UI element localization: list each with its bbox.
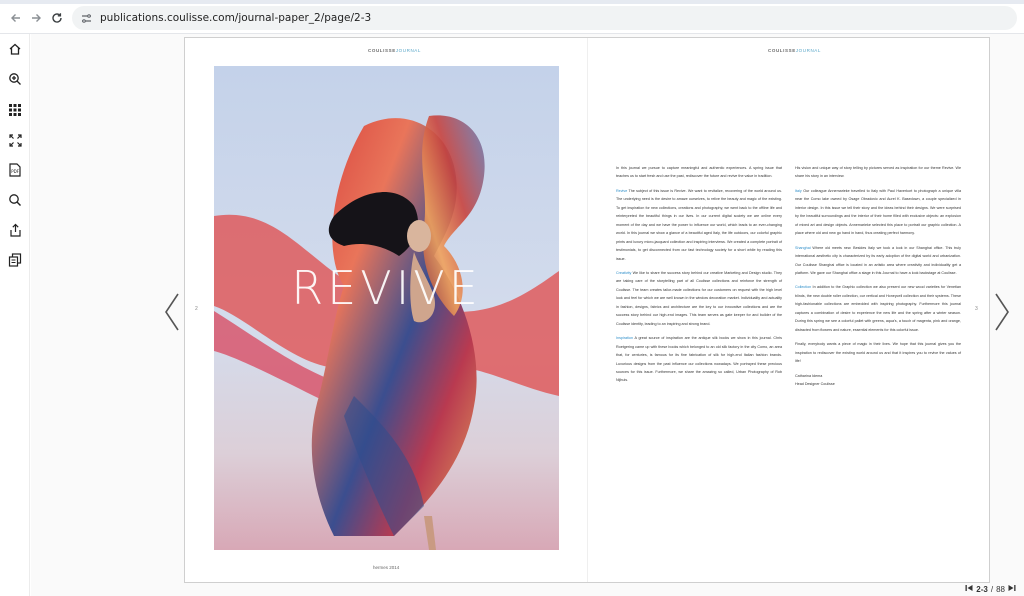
zoom-in-icon[interactable] — [5, 69, 25, 89]
download-pdf-icon[interactable]: PDF — [5, 160, 25, 180]
total-pages: 88 — [996, 584, 1005, 594]
paragraph-inspiration: Inspiration A great source of inspiratio… — [616, 334, 782, 385]
intro-paragraph: In this journal we pursue to capture mea… — [616, 166, 782, 179]
site-info-icon[interactable] — [78, 10, 94, 26]
magazine-spread: COULISSEJOURNAL COULISSEJOURNAL REVIVE h… — [184, 37, 990, 583]
cover-photo: REVIVE — [214, 66, 559, 550]
back-icon[interactable] — [6, 8, 26, 28]
article-column-1: In this journal we pursue to capture mea… — [616, 164, 782, 391]
masthead-right: COULISSEJOURNAL — [768, 48, 822, 53]
heading-creativity: Creativity — [616, 270, 632, 275]
share-icon[interactable] — [5, 220, 25, 240]
viewer-sidebar: PDF — [0, 34, 30, 596]
url-text[interactable]: publications.coulisse.com/journal-paper_… — [100, 12, 371, 24]
address-bar[interactable]: publications.coulisse.com/journal-paper_… — [72, 6, 1017, 30]
fullscreen-icon[interactable] — [5, 130, 25, 150]
heading-italy: Italy — [795, 188, 802, 193]
paragraph-body: A great source of inspiration are the an… — [616, 336, 782, 383]
paragraph-italy: Italy Our colleague Annemarieke travelle… — [795, 187, 961, 238]
paragraph-body: We like to share the success story behin… — [616, 270, 782, 326]
paragraph-creativity: Creativity We like to share the success … — [616, 269, 782, 328]
signature-name: Catharina Idema — [795, 373, 823, 378]
paragraph-collection: Collection In addition to the Graphic co… — [795, 283, 961, 334]
browser-toolbar: publications.coulisse.com/journal-paper_… — [0, 0, 1024, 34]
paragraph-body: Our colleague Annemarieke travelled to I… — [795, 188, 961, 236]
signature: Catharina Idema Head Designer Coulisse — [795, 372, 961, 389]
heading-inspiration: Inspiration — [616, 336, 634, 341]
article-column-2: His vision and unique way of story telli… — [795, 164, 961, 388]
page-number-left: 2 — [195, 306, 198, 312]
paragraph-body: The subject of this issue is Revive. We … — [616, 188, 782, 261]
paragraph-shanghai: Shanghai Where old meets new. Besides It… — [795, 244, 961, 278]
page-number-right: 3 — [975, 306, 978, 312]
heading-shanghai: Shanghai — [795, 245, 811, 250]
paragraph-revive: Revive The subject of this issue is Revi… — [616, 187, 782, 263]
home-icon[interactable] — [5, 39, 25, 59]
reload-icon[interactable] — [47, 8, 67, 28]
paragraph-body: In addition to the Graphic collection we… — [795, 285, 961, 332]
page-gutter — [587, 38, 588, 582]
svg-text:PDF: PDF — [11, 169, 19, 174]
last-page-icon[interactable] — [1008, 584, 1016, 594]
heading-revive: Revive — [616, 188, 628, 193]
heading-collection: Collection — [795, 285, 812, 290]
page-separator: / — [990, 584, 994, 594]
signature-title: Head Designer Coulisse — [795, 381, 835, 386]
pages-icon[interactable] — [5, 250, 25, 270]
folio-text: hermes 2014 — [373, 565, 400, 570]
previous-page-arrow-icon[interactable] — [163, 292, 181, 332]
current-page: 2-3 — [976, 584, 988, 594]
page-indicator: 2-3 / 88 — [965, 584, 1016, 594]
paragraph-body: Where old meets new. Besides Italy we to… — [795, 245, 961, 275]
grid-icon[interactable] — [5, 100, 25, 120]
photo-title: REVIVE — [291, 261, 482, 315]
intro-paragraph: His vision and unique way of story telli… — [795, 166, 961, 179]
masthead-left: COULISSEJOURNAL — [368, 48, 422, 53]
first-page-icon[interactable] — [965, 584, 973, 594]
closing-paragraph: Finally, everybody wants a piece of magi… — [795, 342, 961, 364]
next-page-arrow-icon[interactable] — [993, 292, 1011, 332]
forward-icon[interactable] — [26, 8, 46, 28]
search-icon[interactable] — [5, 190, 25, 210]
